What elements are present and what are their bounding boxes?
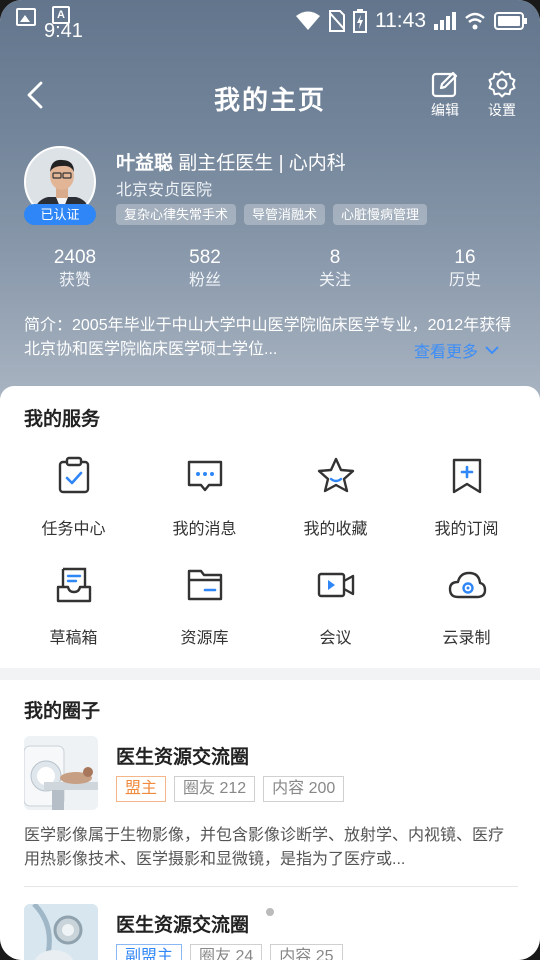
ct-scanner-image bbox=[24, 736, 98, 810]
circle-name: 医生资源交流圈 bbox=[116, 915, 250, 936]
settings-button[interactable]: 设置 bbox=[482, 70, 522, 120]
service-label: 云录制 bbox=[442, 630, 491, 647]
service-label: 会议 bbox=[319, 630, 352, 647]
stat-label: 历史 bbox=[448, 272, 481, 289]
circle-description: 医学影像属于生物影像，并包含影像诊断学、放射学、内视镜、医疗用热影像技术、医学摄… bbox=[24, 827, 505, 868]
edit-button[interactable]: 编辑 bbox=[425, 70, 465, 120]
battery-icon bbox=[494, 12, 527, 30]
settings-label: 设置 bbox=[488, 102, 516, 118]
edit-icon bbox=[431, 71, 458, 98]
circles-title: 我的圈子 bbox=[24, 701, 101, 722]
stat-label: 粉丝 bbox=[188, 272, 221, 289]
service-label: 我的消息 bbox=[172, 521, 237, 538]
service-label: 我的收藏 bbox=[303, 521, 368, 538]
service-subscriptions[interactable]: 我的订阅 bbox=[401, 440, 532, 549]
expertise-tag: 复杂心律失常手术 bbox=[116, 204, 237, 225]
no-sim-icon bbox=[329, 10, 345, 32]
doctor-title: 副主任医生 | 心内科 bbox=[178, 153, 346, 174]
status-time-left: 9:41 bbox=[44, 20, 83, 42]
members-badge: 圈友 212 bbox=[174, 776, 256, 802]
wifi-icon bbox=[296, 11, 320, 30]
folder-icon bbox=[187, 569, 222, 601]
service-meetings[interactable]: 会议 bbox=[270, 549, 401, 658]
stat-following[interactable]: 8 关注 bbox=[270, 246, 400, 296]
circle-name: 医生资源交流圈 bbox=[116, 747, 250, 768]
wifi-small-icon bbox=[465, 12, 485, 30]
service-messages[interactable]: 我的消息 bbox=[139, 440, 270, 549]
drafts-icon bbox=[56, 567, 91, 603]
unread-dot bbox=[266, 908, 274, 916]
service-label: 任务中心 bbox=[41, 521, 106, 538]
image-notification-icon bbox=[16, 8, 36, 26]
bookmark-add-icon bbox=[452, 458, 481, 494]
cloud-record-icon bbox=[448, 571, 486, 599]
stat-value: 2408 bbox=[53, 247, 97, 268]
circle-thumbnail bbox=[24, 904, 98, 960]
service-task-center[interactable]: 任务中心 bbox=[8, 440, 139, 549]
expertise-tag: 导管消融术 bbox=[244, 204, 326, 225]
circle-item[interactable]: 医生资源交流圈 副盟主 圈友 24 内容 25 bbox=[24, 904, 518, 960]
circle-badges: 副盟主 圈友 24 内容 25 bbox=[116, 944, 343, 960]
role-badge: 副盟主 bbox=[116, 944, 183, 960]
stat-label: 获赞 bbox=[58, 272, 91, 289]
list-divider bbox=[24, 886, 518, 887]
stat-value: 16 bbox=[454, 247, 476, 268]
service-cloud-recording[interactable]: 云录制 bbox=[401, 549, 532, 658]
stat-likes[interactable]: 2408 获赞 bbox=[10, 246, 140, 296]
circle-badges: 盟主 圈友 212 内容 200 bbox=[116, 776, 345, 802]
message-icon bbox=[187, 460, 222, 492]
profile-stats: 2408 获赞 582 粉丝 8 关注 16 历史 bbox=[0, 246, 540, 296]
expertise-tag: 心脏慢病管理 bbox=[333, 204, 428, 225]
stat-value: 8 bbox=[329, 247, 341, 268]
stat-label: 关注 bbox=[318, 272, 351, 289]
nav-bar: 我的主页 编辑 设置 bbox=[0, 64, 540, 128]
hospital-name: 北京安贞医院 bbox=[116, 182, 213, 199]
members-badge: 圈友 24 bbox=[190, 944, 263, 960]
phone-screen: A 9:41 11:43 我的主页 编辑 设置 已认证 叶益聪 副主任医生 | … bbox=[0, 0, 540, 960]
service-label: 草稿箱 bbox=[49, 630, 98, 647]
services-card: 我的服务 任务中心 我的消息 我的收藏 我的订阅 草稿箱 资源库 会议 云录制 bbox=[0, 386, 540, 668]
profile-info: 已认证 叶益聪 副主任医生 | 心内科 北京安贞医院 复杂心律失常手术 导管消融… bbox=[22, 146, 522, 226]
view-more-link[interactable]: 查看更多 bbox=[414, 338, 500, 362]
circle-item[interactable]: 医生资源交流圈 盟主 圈友 212 内容 200 医学影像属于生物影像，并包含影… bbox=[24, 736, 518, 886]
services-title: 我的服务 bbox=[24, 409, 101, 430]
gear-icon bbox=[488, 70, 516, 98]
doctor-name-line: 叶益聪 副主任医生 | 心内科 bbox=[116, 148, 346, 175]
expertise-tags: 复杂心律失常手术 导管消融术 心脏慢病管理 bbox=[116, 204, 428, 225]
chevron-down-icon bbox=[485, 346, 499, 355]
stat-value: 582 bbox=[189, 247, 221, 268]
circle-thumbnail bbox=[24, 736, 98, 810]
battery-charging-icon bbox=[353, 9, 367, 33]
profile-header: A 9:41 11:43 我的主页 编辑 设置 已认证 叶益聪 副主任医生 | … bbox=[0, 0, 540, 400]
service-favorites[interactable]: 我的收藏 bbox=[270, 440, 401, 549]
service-resource-library[interactable]: 资源库 bbox=[139, 549, 270, 658]
edit-label: 编辑 bbox=[431, 102, 459, 118]
content-badge: 内容 200 bbox=[263, 776, 345, 802]
doctor-name: 叶益聪 bbox=[116, 153, 174, 174]
status-time: 11:43 bbox=[375, 9, 426, 32]
signal-icon bbox=[434, 12, 456, 30]
circles-card: 我的圈子 医生资源交流圈 盟主 圈友 212 内容 200 医学影像属于生物影像… bbox=[0, 680, 540, 960]
video-icon bbox=[317, 572, 354, 598]
service-label: 我的订阅 bbox=[434, 521, 499, 538]
status-bar: A 9:41 11:43 bbox=[0, 0, 540, 44]
view-more-label: 查看更多 bbox=[414, 344, 479, 361]
role-badge: 盟主 bbox=[116, 776, 167, 802]
services-grid: 任务中心 我的消息 我的收藏 我的订阅 草稿箱 资源库 会议 云录制 bbox=[8, 440, 532, 658]
task-clipboard-icon bbox=[58, 456, 89, 494]
stat-history[interactable]: 16 历史 bbox=[400, 246, 530, 296]
service-label: 资源库 bbox=[180, 630, 229, 647]
stethoscope-image bbox=[24, 904, 98, 960]
verified-badge: 已认证 bbox=[24, 204, 96, 225]
stat-fans[interactable]: 582 粉丝 bbox=[140, 246, 270, 296]
star-icon bbox=[317, 457, 354, 493]
content-badge: 内容 25 bbox=[270, 944, 343, 960]
service-drafts[interactable]: 草稿箱 bbox=[8, 549, 139, 658]
